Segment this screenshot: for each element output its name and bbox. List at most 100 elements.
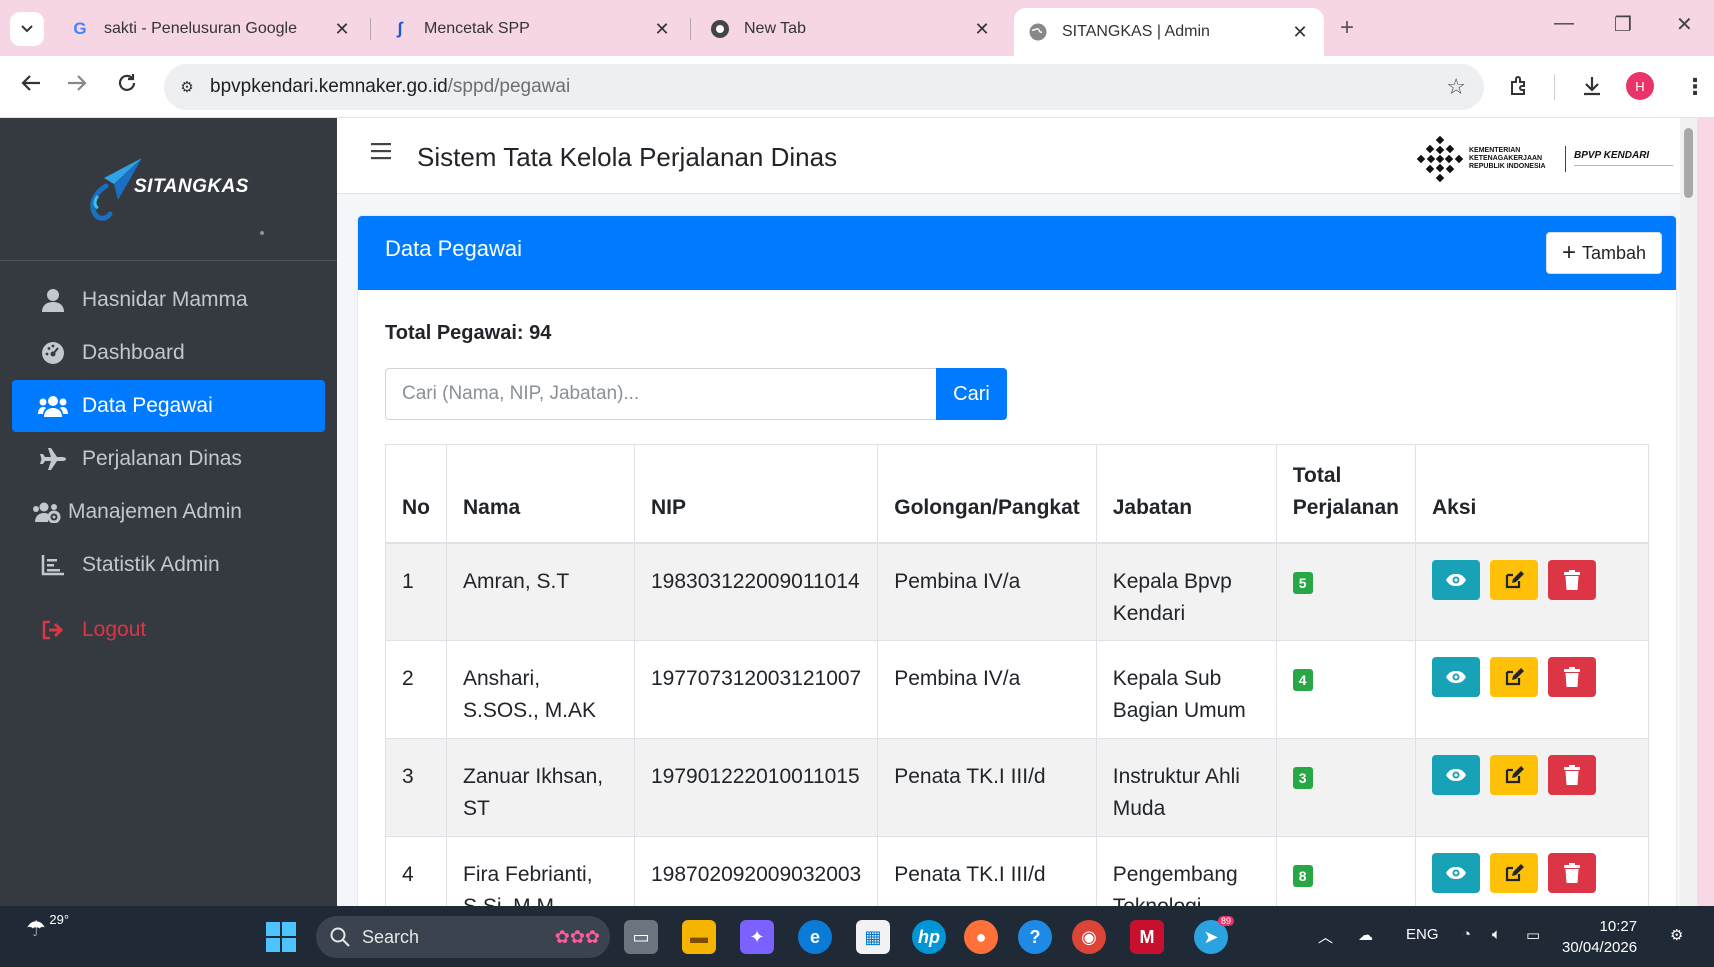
minimize-button[interactable]: — bbox=[1554, 12, 1574, 35]
trash-icon bbox=[1563, 667, 1580, 687]
col-header-jabatan: Jabatan bbox=[1095, 444, 1277, 544]
bpvp-logo: BPVP KENDARI ───────────────────────────… bbox=[1574, 150, 1673, 169]
site-settings-icon[interactable]: ⚙ bbox=[164, 78, 210, 96]
brand[interactable]: SITANGKAS bbox=[0, 118, 337, 261]
cell-jabatan: Kepala Bpvp Kendari bbox=[1095, 542, 1277, 641]
notification-icon[interactable]: ⚙ bbox=[1670, 926, 1683, 944]
data-pegawai-card: Data Pegawai + Tambah Total Pegawai: 94 … bbox=[358, 216, 1676, 906]
sidebar-item-perjalanan-dinas[interactable]: Perjalanan Dinas bbox=[12, 433, 325, 485]
cell-nama: Fira Febrianti, S.Si, M.M bbox=[446, 836, 635, 906]
cell-no: 1 bbox=[385, 542, 447, 641]
tab-google[interactable]: G sakti - Penelusuran Google ✕ bbox=[56, 8, 366, 50]
edit-button[interactable] bbox=[1489, 755, 1538, 795]
tab-new-tab[interactable]: New Tab ✕ bbox=[696, 8, 1006, 50]
sidebar-item-data-pegawai[interactable]: Data Pegawai bbox=[12, 380, 325, 432]
tab-search-button[interactable] bbox=[10, 12, 44, 46]
close-icon[interactable]: ✕ bbox=[1290, 22, 1310, 43]
edge-icon[interactable]: e bbox=[798, 920, 832, 954]
forward-button[interactable] bbox=[66, 72, 88, 100]
profile-avatar[interactable]: H bbox=[1626, 72, 1654, 100]
sidebar-item-label: Dashboard bbox=[82, 341, 185, 364]
back-button[interactable] bbox=[20, 72, 42, 100]
search-button[interactable]: Cari bbox=[936, 368, 1007, 420]
firefox-icon[interactable]: ● bbox=[964, 920, 998, 954]
download-icon[interactable] bbox=[1580, 74, 1604, 104]
eye-icon bbox=[1445, 769, 1466, 781]
tray-overflow-icon[interactable]: ︿ bbox=[1318, 926, 1333, 947]
view-button[interactable] bbox=[1431, 853, 1480, 893]
card-header: Data Pegawai + Tambah bbox=[358, 216, 1676, 290]
sidebar-item-label: Perjalanan Dinas bbox=[82, 447, 242, 470]
copilot-icon[interactable]: ✦ bbox=[740, 920, 774, 954]
tab-separator bbox=[370, 18, 371, 40]
delete-button[interactable] bbox=[1547, 657, 1596, 697]
arrow-left-icon bbox=[21, 75, 40, 91]
sidebar-item-logout[interactable]: Logout bbox=[12, 604, 325, 656]
cell-golongan: Pembina IV/a bbox=[877, 542, 1097, 641]
search-input[interactable] bbox=[385, 368, 937, 420]
edit-button[interactable] bbox=[1489, 559, 1538, 600]
bpvp-name: BPVP KENDARI bbox=[1574, 149, 1650, 161]
battery-icon[interactable]: ▭ bbox=[1526, 926, 1540, 944]
view-button[interactable] bbox=[1431, 559, 1480, 600]
sidebar-item-statistik-admin[interactable]: Statistik Admin bbox=[12, 539, 325, 591]
close-icon[interactable]: ✕ bbox=[652, 19, 672, 40]
address-bar[interactable]: ⚙ bpvpkendari.kemnaker.go.id/sppd/pegawa… bbox=[164, 64, 1484, 110]
cell-nip: 198702092009032003 bbox=[633, 836, 879, 906]
chart-icon bbox=[38, 554, 68, 576]
add-employee-button[interactable]: + Tambah bbox=[1546, 232, 1662, 274]
close-window-button[interactable]: ✕ bbox=[1676, 12, 1693, 37]
bookmark-star-icon[interactable]: ☆ bbox=[1446, 74, 1466, 100]
more-menu-icon[interactable]: ⋮ bbox=[1684, 74, 1706, 100]
toolbar-separator bbox=[1554, 74, 1555, 100]
users-icon bbox=[38, 395, 68, 417]
edit-button[interactable] bbox=[1489, 853, 1538, 893]
search-icon bbox=[330, 927, 350, 947]
view-button[interactable] bbox=[1431, 755, 1480, 795]
file-explorer-icon[interactable]: ▬ bbox=[682, 920, 716, 954]
sidebar-item-dashboard[interactable]: Dashboard bbox=[12, 327, 325, 379]
sidebar-item-manajemen-admin[interactable]: Manajemen Admin bbox=[12, 486, 325, 538]
tulips-icon: ✿✿✿ bbox=[554, 926, 600, 947]
reload-button[interactable] bbox=[116, 72, 138, 100]
menu-toggle-icon[interactable] bbox=[371, 142, 391, 165]
brand-text: SITANGKAS bbox=[134, 176, 249, 197]
mcafee-icon[interactable]: M bbox=[1130, 920, 1164, 954]
new-tab-button[interactable]: + bbox=[1340, 14, 1354, 42]
tab-mencetak-spp[interactable]: ∫ Mencetak SPP ✕ bbox=[376, 8, 686, 50]
close-icon[interactable]: ✕ bbox=[332, 19, 352, 40]
volume-icon[interactable]: 🔈︎ bbox=[1492, 926, 1501, 943]
cell-nip: 197707312003121007 bbox=[633, 640, 879, 739]
extensions-icon[interactable] bbox=[1508, 74, 1532, 104]
ministry-name: KEMENTERIAN KETENAGAKERJAAN REPUBLIK IND… bbox=[1469, 147, 1546, 170]
delete-button[interactable] bbox=[1547, 755, 1596, 795]
delete-button[interactable] bbox=[1547, 853, 1596, 893]
wifi-icon[interactable]: ◔ bbox=[1462, 926, 1471, 943]
restore-button[interactable]: ❐ bbox=[1614, 12, 1632, 37]
reload-icon bbox=[118, 74, 136, 91]
chrome-taskbar-icon[interactable]: ◉ bbox=[1072, 920, 1106, 954]
cell-total: 8 bbox=[1275, 836, 1416, 906]
ms-store-icon[interactable]: ▦ bbox=[856, 920, 890, 954]
edit-icon bbox=[1505, 864, 1524, 882]
onedrive-icon[interactable]: ☁ bbox=[1358, 926, 1373, 944]
view-button[interactable] bbox=[1431, 657, 1480, 697]
close-icon[interactable]: ✕ bbox=[972, 19, 992, 40]
delete-button[interactable] bbox=[1547, 559, 1596, 600]
hp-icon[interactable]: hp bbox=[912, 920, 946, 954]
taskbar-search[interactable]: Search ✿✿✿ bbox=[316, 916, 610, 958]
taskbar-clock[interactable]: 10:27 30/04/2026 bbox=[1562, 916, 1637, 958]
edit-button[interactable] bbox=[1489, 657, 1538, 697]
scrollbar-thumb[interactable] bbox=[1684, 128, 1693, 198]
help-icon[interactable]: ? bbox=[1018, 920, 1052, 954]
sidebar-item-user[interactable]: Hasnidar Mamma bbox=[12, 274, 325, 326]
eye-icon bbox=[1445, 867, 1466, 879]
page-scrollbar[interactable] bbox=[1680, 118, 1697, 906]
cell-no: 3 bbox=[385, 738, 447, 837]
weather-widget[interactable]: ☂ 29° bbox=[26, 912, 69, 942]
plus-icon: + bbox=[1561, 239, 1576, 266]
windows-start-icon[interactable] bbox=[264, 920, 298, 954]
tab-sitangkas-admin[interactable]: SITANGKAS | Admin ✕ bbox=[1014, 8, 1324, 56]
language-indicator[interactable]: ENG bbox=[1406, 926, 1439, 943]
task-view-icon[interactable]: ▭ bbox=[624, 920, 658, 954]
